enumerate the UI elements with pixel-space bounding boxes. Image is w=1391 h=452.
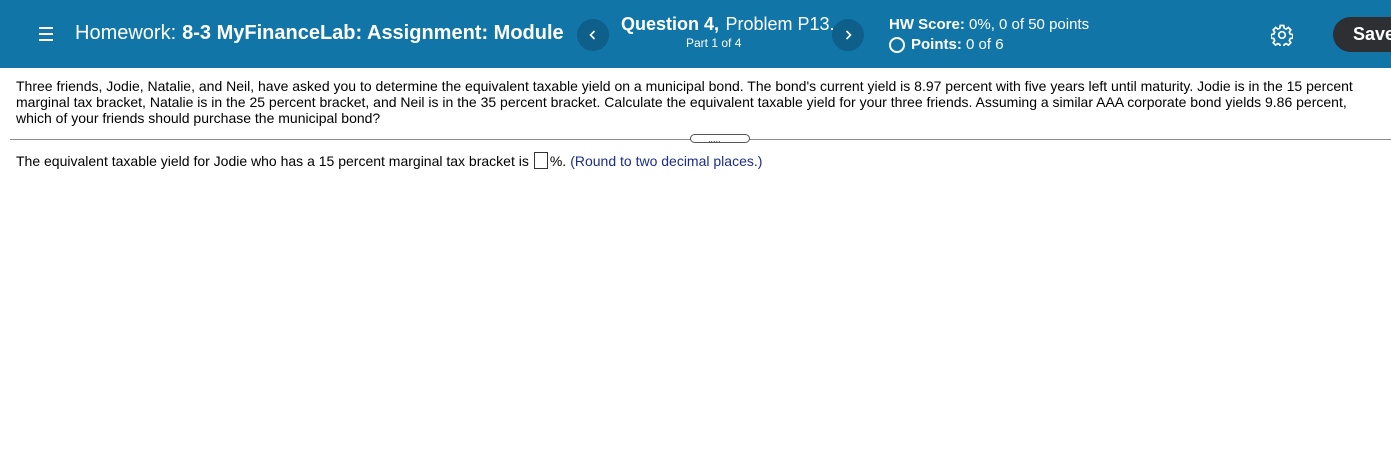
rounding-hint: (Round to two decimal places.) xyxy=(570,152,763,169)
homework-name[interactable]: 8-3 MyFinanceLab: Assignment: Module Ei.… xyxy=(182,22,565,44)
chevron-left-icon xyxy=(589,30,596,40)
points-label: Points: xyxy=(911,36,962,53)
problem-name: Problem P13... xyxy=(725,14,845,34)
question-number: Question 4, xyxy=(621,14,720,34)
points-circle-icon xyxy=(889,36,905,53)
gear-icon xyxy=(1270,24,1294,48)
points: Points: 0 of 6 xyxy=(889,36,1004,53)
homework-prefix: Homework: xyxy=(75,22,177,44)
question-text: Three friends, Jodie, Natalie, and Neil,… xyxy=(16,78,1353,126)
question-indicator: Question 4, Problem P13... xyxy=(621,14,845,35)
splitter-dots: ..... xyxy=(708,134,721,144)
save-button[interactable]: Save xyxy=(1333,17,1391,52)
next-question-button[interactable] xyxy=(832,19,864,51)
chevron-right-icon xyxy=(845,30,852,40)
answer-prompt: The equivalent taxable yield for Jodie w… xyxy=(16,152,529,169)
part-indicator: Part 1 of 4 xyxy=(686,36,742,50)
homework-title: Homework: 8-3 MyFinanceLab: Assignment: M… xyxy=(75,22,565,45)
hw-score-label: HW Score: xyxy=(889,16,965,33)
hamburger-menu-icon[interactable] xyxy=(36,25,56,43)
hw-score-value: 0%, 0 of 50 points xyxy=(969,16,1090,33)
answer-line: The equivalent taxable yield for Jodie w… xyxy=(16,152,762,169)
previous-question-button[interactable] xyxy=(577,19,609,51)
top-bar: Homework: 8-3 MyFinanceLab: Assignment: M… xyxy=(0,0,1391,68)
pane-splitter-handle[interactable]: ..... xyxy=(690,134,750,144)
answer-suffix: %. xyxy=(549,152,567,169)
settings-button[interactable] xyxy=(1270,24,1294,51)
hw-score: HW Score: 0%, 0 of 50 points xyxy=(889,16,1089,33)
points-value: 0 of 6 xyxy=(966,36,1004,53)
answer-input[interactable] xyxy=(533,152,548,169)
